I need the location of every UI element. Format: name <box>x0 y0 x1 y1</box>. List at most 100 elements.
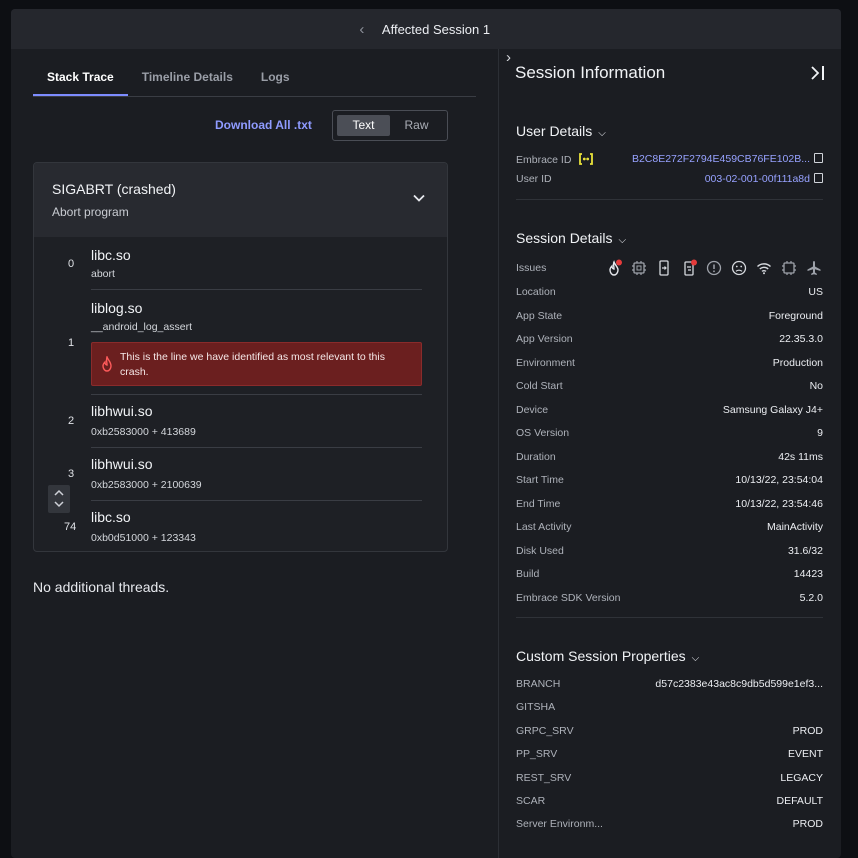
embrace-id-value[interactable]: B2C8E272F2794E459CB76FE102B... <box>632 153 823 165</box>
row-key: Disk Used <box>516 544 564 557</box>
session-details-toggle[interactable]: Session Details ⌵ <box>516 230 626 246</box>
view-mode-raw[interactable]: Raw <box>390 115 443 136</box>
row-key: User ID <box>516 173 552 185</box>
frame-index: 1 <box>68 337 75 349</box>
download-all-link[interactable]: Download All .txt <box>215 118 312 132</box>
row-key: Location <box>516 286 556 298</box>
view-mode-toggle: Text Raw <box>332 110 448 141</box>
tab-stack-trace[interactable]: Stack Trace <box>33 63 128 96</box>
session-navigator: ‹ Affected Session 1 › <box>11 9 841 858</box>
chevron-down-icon[interactable] <box>413 191 425 205</box>
row-value: 5.2.0 <box>799 591 823 604</box>
detail-row: OS Version 9 <box>516 427 823 443</box>
row-value: MainActivity <box>766 521 823 533</box>
detail-row: Device Samsung Galaxy J4+ <box>516 404 823 420</box>
row-key: Cold Start <box>516 380 563 392</box>
relevant-line-message: This is the line we have identified as m… <box>120 351 385 378</box>
chevron-down-icon: ⌵ <box>598 128 606 139</box>
anr-icon[interactable] <box>680 259 698 277</box>
detail-row: GRPC_SRV PROD <box>516 725 823 741</box>
frame-divider <box>91 289 422 290</box>
row-value: Foreground <box>768 309 823 322</box>
thread-panel: SIGABRT (crashed) Abort program 0 libc.s… <box>33 162 448 552</box>
detail-row: REST_SRV LEGACY <box>516 772 823 788</box>
cpu-icon[interactable] <box>630 259 648 277</box>
detail-row: SCAR DEFAULT <box>516 795 823 811</box>
row-value: 31.6/32 <box>787 544 823 557</box>
exit-icon[interactable] <box>655 259 673 277</box>
row-value: 10/13/22, 23:54:04 <box>735 474 823 486</box>
no-additional-threads: No additional threads. <box>33 579 170 595</box>
custom-properties-toggle[interactable]: Custom Session Properties ⌵ <box>516 648 699 664</box>
frame-detail: 0xb2583000 + 413689 <box>91 426 196 438</box>
row-key: Start Time <box>516 474 564 486</box>
crash-description: Abort program <box>52 205 129 219</box>
detail-row: App State Foreground <box>516 310 823 326</box>
row-key: BRANCH <box>516 678 561 690</box>
row-value: PROD <box>792 818 823 831</box>
section-divider <box>516 199 823 200</box>
row-key: PP_SRV <box>516 748 558 761</box>
copy-icon[interactable] <box>814 153 823 163</box>
previous-session-icon[interactable]: ‹ <box>352 21 372 38</box>
collapse-panel-icon[interactable] <box>809 65 827 81</box>
issues-row: Issues <box>516 259 823 278</box>
airplane-icon[interactable] <box>805 259 823 277</box>
chevron-down-icon: ⌵ <box>618 235 627 246</box>
row-value: No <box>809 380 823 392</box>
tab-logs[interactable]: Logs <box>247 63 304 96</box>
row-value: 10/13/22, 23:54:46 <box>735 497 823 510</box>
row-value: EVENT <box>787 748 823 761</box>
session-information-pane: Session Information User Details ⌵ Embrac… <box>498 49 841 858</box>
detail-row: Start Time 10/13/22, 23:54:04 <box>516 474 823 490</box>
row-key: OS Version <box>516 427 570 439</box>
detail-row: User ID 003-02-001-00f111a8d <box>516 173 823 189</box>
row-key: App State <box>516 309 563 322</box>
row-key: Last Activity <box>516 521 572 533</box>
app-window: ‹ Affected Session 1 › Stack Trace Timel… <box>11 9 841 858</box>
chip-icon[interactable] <box>780 259 798 277</box>
row-value: PROD <box>792 724 823 737</box>
row-value: US <box>808 286 823 298</box>
user-id-value[interactable]: 003-02-001-00f111a8d <box>705 173 823 185</box>
sad-face-icon[interactable] <box>730 259 748 277</box>
tab-timeline-details[interactable]: Timeline Details <box>128 63 247 96</box>
row-key: GRPC_SRV <box>516 724 574 737</box>
detail-row: End Time 10/13/22, 23:54:46 <box>516 498 823 514</box>
warning-icon[interactable] <box>705 259 723 277</box>
view-mode-text[interactable]: Text <box>337 115 390 136</box>
frame-index: 3 <box>68 468 75 480</box>
session-details-title: Session Details <box>516 230 613 246</box>
copy-icon[interactable] <box>814 173 823 183</box>
frame-divider <box>91 447 422 448</box>
chevron-down-icon: ⌵ <box>691 653 700 664</box>
detail-row: PP_SRV EVENT <box>516 748 823 764</box>
user-details-toggle[interactable]: User Details ⌵ <box>516 123 606 139</box>
issue-icons <box>605 259 823 277</box>
row-key: Server Environm... <box>516 818 603 831</box>
frame-index: 74 <box>64 521 77 533</box>
frame-library: liblog.so <box>91 300 143 316</box>
row-key: GITSHA <box>516 701 556 714</box>
stack-trace-pane: Stack Trace Timeline Details Logs Downlo… <box>11 49 498 858</box>
row-key: End Time <box>516 497 561 510</box>
expand-hidden-frames-button[interactable] <box>48 485 70 513</box>
detail-row: Disk Used 31.6/32 <box>516 545 823 561</box>
detail-row: Environment Production <box>516 357 823 373</box>
detail-row: Last Activity MainActivity <box>516 521 823 537</box>
frame-detail: abort <box>91 268 115 280</box>
detail-row: App Version 22.35.3.0 <box>516 333 823 349</box>
detail-row: Location US <box>516 286 823 302</box>
row-key: Build <box>516 568 540 580</box>
thread-header[interactable]: SIGABRT (crashed) Abort program <box>34 163 447 237</box>
frame-divider <box>91 394 422 395</box>
row-key: Embrace SDK Version <box>516 591 621 604</box>
frame-detail: 0xb2583000 + 2100639 <box>91 479 202 491</box>
row-value: d57c2383e43ac8c9db5d599e1ef3... <box>655 678 823 690</box>
section-divider <box>516 617 823 618</box>
detail-row: Embrace SDK Version 5.2.0 <box>516 592 823 608</box>
row-value: Samsung Galaxy J4+ <box>722 403 823 416</box>
wifi-icon[interactable] <box>755 259 773 277</box>
crash-icon[interactable] <box>605 259 623 277</box>
frame-detail: __android_log_assert <box>91 321 192 333</box>
